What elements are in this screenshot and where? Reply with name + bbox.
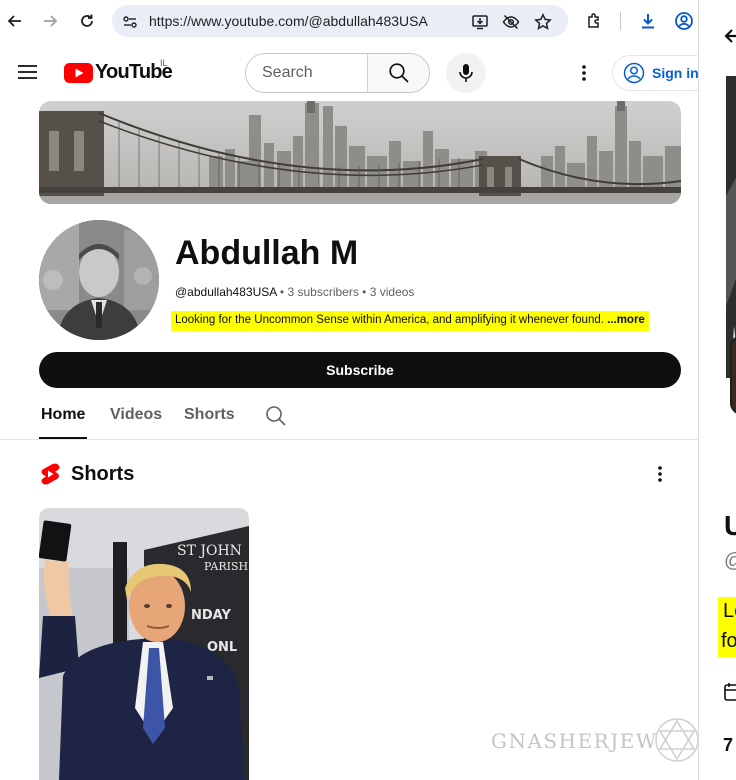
channel-description[interactable]: Looking for the Uncommon Sense within Am… xyxy=(171,311,649,331)
subscribe-button[interactable]: Subscribe xyxy=(39,352,681,388)
search-button[interactable] xyxy=(367,54,429,92)
microphone-icon xyxy=(459,64,473,82)
description-text: Looking for the Uncommon Sense within Am… xyxy=(175,314,608,326)
kebab-menu-icon xyxy=(582,65,586,81)
side-back-arrow-icon[interactable] xyxy=(723,24,736,48)
forward-arrow-icon[interactable] xyxy=(37,8,63,34)
kebab-menu-icon xyxy=(658,466,662,482)
back-arrow-icon[interactable] xyxy=(2,8,28,34)
shorts-logo-icon xyxy=(40,462,62,486)
star-emblem-icon xyxy=(654,717,700,763)
site-info-icon[interactable] xyxy=(120,12,140,32)
side-calendar-icon xyxy=(724,682,736,702)
watermark-text: GNASHERJEW xyxy=(491,729,658,753)
meta-separator: • xyxy=(276,285,288,299)
channel-banner xyxy=(39,101,681,204)
url-text: https://www.youtube.com/@abdullah483USA xyxy=(149,13,428,29)
side-panel: U @ Le fo 7 xyxy=(698,0,736,780)
short-video-thumbnail[interactable]: ST JOHN PARISH NDAY ONL xyxy=(39,508,249,780)
side-description-fragment-2: fo xyxy=(721,630,736,652)
side-avatar xyxy=(730,335,736,415)
svg-text:NDAY: NDAY xyxy=(191,608,231,623)
eye-slash-icon[interactable] xyxy=(501,12,521,32)
shorts-section-title: Shorts xyxy=(71,463,135,485)
subscriber-count: 3 subscribers xyxy=(287,285,359,299)
tab-home[interactable]: Home xyxy=(41,406,85,424)
svg-text:PARISH: PARISH xyxy=(204,560,248,573)
profile-icon[interactable] xyxy=(673,10,695,32)
sign-in-label: Sign in xyxy=(652,65,699,81)
side-handle-fragment: @ xyxy=(724,550,736,573)
download-icon[interactable] xyxy=(637,10,659,32)
hamburger-menu-icon[interactable] xyxy=(18,64,38,80)
side-channel-name-fragment: U xyxy=(724,510,736,542)
channel-name: Abdullah M xyxy=(175,234,359,272)
side-image xyxy=(726,76,736,378)
channel-search-icon[interactable] xyxy=(265,405,287,427)
meta-separator: • xyxy=(358,285,370,299)
channel-meta: @abdullah483USA • 3 subscribers • 3 vide… xyxy=(175,285,414,299)
youtube-logo-icon[interactable] xyxy=(64,63,93,83)
more-options-button[interactable] xyxy=(572,61,596,85)
region-code: IL xyxy=(160,58,168,68)
search-box xyxy=(245,53,430,93)
tab-shorts[interactable]: Shorts xyxy=(184,406,235,424)
sign-in-button[interactable]: Sign in xyxy=(612,55,712,91)
bookmark-star-icon[interactable] xyxy=(533,12,553,32)
side-description-fragment-1: Le xyxy=(723,600,736,622)
channel-handle: @abdullah483USA xyxy=(175,285,277,299)
channel-tabs: Home Videos Shorts xyxy=(0,392,698,440)
tab-videos[interactable]: Videos xyxy=(110,406,162,424)
svg-text:ST JOHN: ST JOHN xyxy=(177,543,242,559)
search-icon xyxy=(389,63,409,83)
more-link[interactable]: ...more xyxy=(607,314,645,326)
voice-search-button[interactable] xyxy=(446,53,486,93)
side-number-fragment: 7 xyxy=(723,735,734,755)
active-tab-indicator xyxy=(39,437,87,439)
search-input[interactable] xyxy=(246,54,368,92)
shorts-more-button[interactable] xyxy=(648,462,672,486)
account-icon xyxy=(623,62,645,84)
toolbar-divider xyxy=(620,12,621,30)
browser-toolbar: https://www.youtube.com/@abdullah483USA xyxy=(0,0,736,44)
channel-avatar[interactable] xyxy=(39,220,159,340)
reload-icon[interactable] xyxy=(74,8,100,34)
youtube-header: YouTube IL Sign in xyxy=(0,44,712,102)
extensions-puzzle-icon[interactable] xyxy=(584,10,606,32)
video-count: 3 videos xyxy=(369,285,415,299)
install-app-icon[interactable] xyxy=(470,12,490,32)
address-bar[interactable]: https://www.youtube.com/@abdullah483USA xyxy=(112,5,568,37)
